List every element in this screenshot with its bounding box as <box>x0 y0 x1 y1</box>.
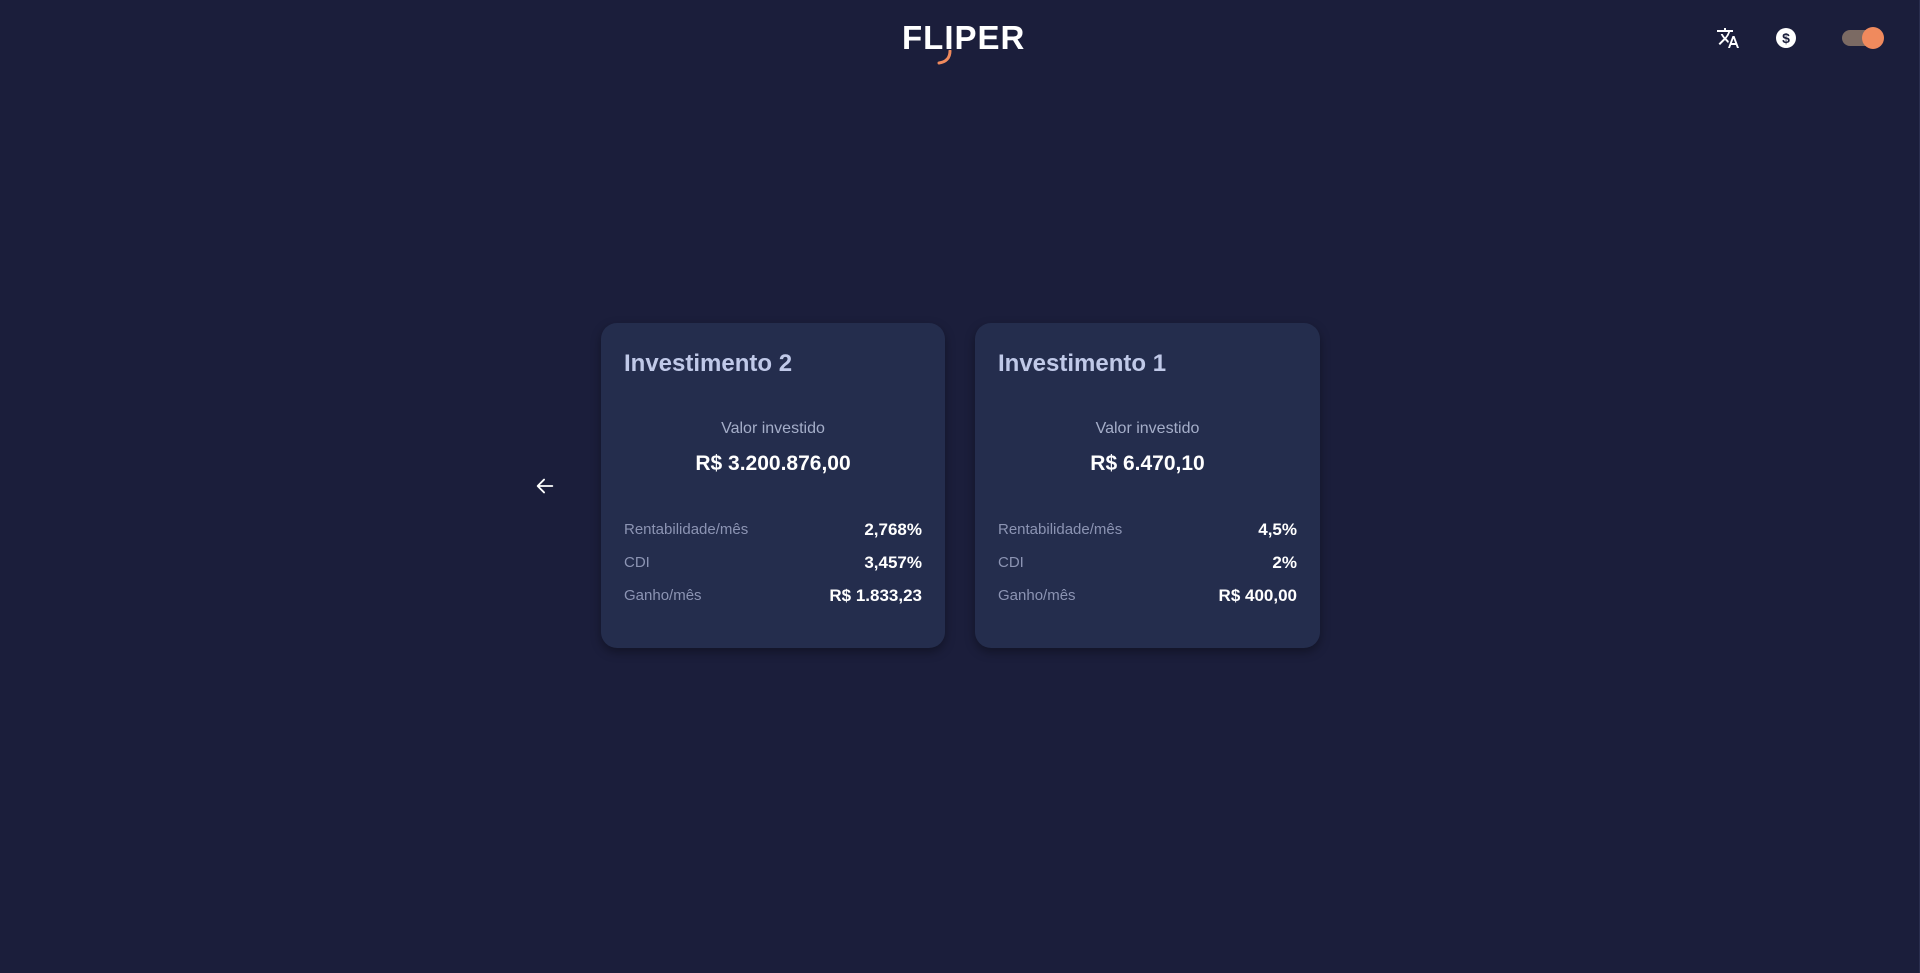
card-details: Rentabilidade/mês 4,5% CDI 2% Ganho/mês … <box>998 513 1297 612</box>
detail-value: R$ 400,00 <box>1218 585 1297 605</box>
detail-label: Ganho/mês <box>998 587 1076 604</box>
toggle-knob <box>1862 27 1884 49</box>
translate-icon[interactable] <box>1714 24 1742 52</box>
detail-value: 2,768% <box>864 519 922 539</box>
svg-text:$: $ <box>1782 30 1790 46</box>
detail-row: Ganho/mês R$ 400,00 <box>998 579 1297 612</box>
page: FLIPER $ Investimento 2 Valor investido … <box>0 0 1920 973</box>
detail-row: Ganho/mês R$ 1.833,23 <box>624 579 922 612</box>
detail-label: CDI <box>998 554 1024 571</box>
fliper-logo[interactable]: FLIPER <box>902 19 1026 66</box>
detail-row: Rentabilidade/mês 4,5% <box>998 513 1297 546</box>
detail-label: CDI <box>624 554 650 571</box>
invested-label: Valor investido <box>721 420 825 437</box>
logo-swoosh-icon <box>937 50 952 65</box>
investment-card[interactable]: Investimento 2 Valor investido R$ 3.200.… <box>601 323 945 648</box>
header-actions: $ <box>1684 24 1884 52</box>
card-details: Rentabilidade/mês 2,768% CDI 3,457% Ganh… <box>624 513 922 612</box>
detail-value: 4,5% <box>1258 519 1297 539</box>
detail-row: CDI 2% <box>998 546 1297 579</box>
detail-value: R$ 1.833,23 <box>829 585 922 605</box>
detail-label: Rentabilidade/mês <box>998 521 1123 538</box>
investment-card[interactable]: Investimento 1 Valor investido R$ 6.470,… <box>975 323 1320 648</box>
detail-row: Rentabilidade/mês 2,768% <box>624 513 922 546</box>
detail-value: 2% <box>1272 552 1297 572</box>
theme-toggle[interactable] <box>1842 27 1884 49</box>
logo-text: FLIPER <box>902 19 1026 56</box>
dollar-icon[interactable]: $ <box>1772 24 1800 52</box>
invested-value: R$ 3.200.876,00 <box>695 452 851 475</box>
back-arrow-icon[interactable] <box>534 472 556 500</box>
card-title: Investimento 1 <box>998 350 1167 377</box>
detail-value: 3,457% <box>864 552 922 572</box>
invested-label: Valor investido <box>1095 420 1200 437</box>
invested-value: R$ 6.470,10 <box>1090 452 1205 475</box>
detail-row: CDI 3,457% <box>624 546 922 579</box>
detail-label: Ganho/mês <box>624 587 702 604</box>
card-title: Investimento 2 <box>624 350 793 377</box>
detail-label: Rentabilidade/mês <box>624 521 749 538</box>
